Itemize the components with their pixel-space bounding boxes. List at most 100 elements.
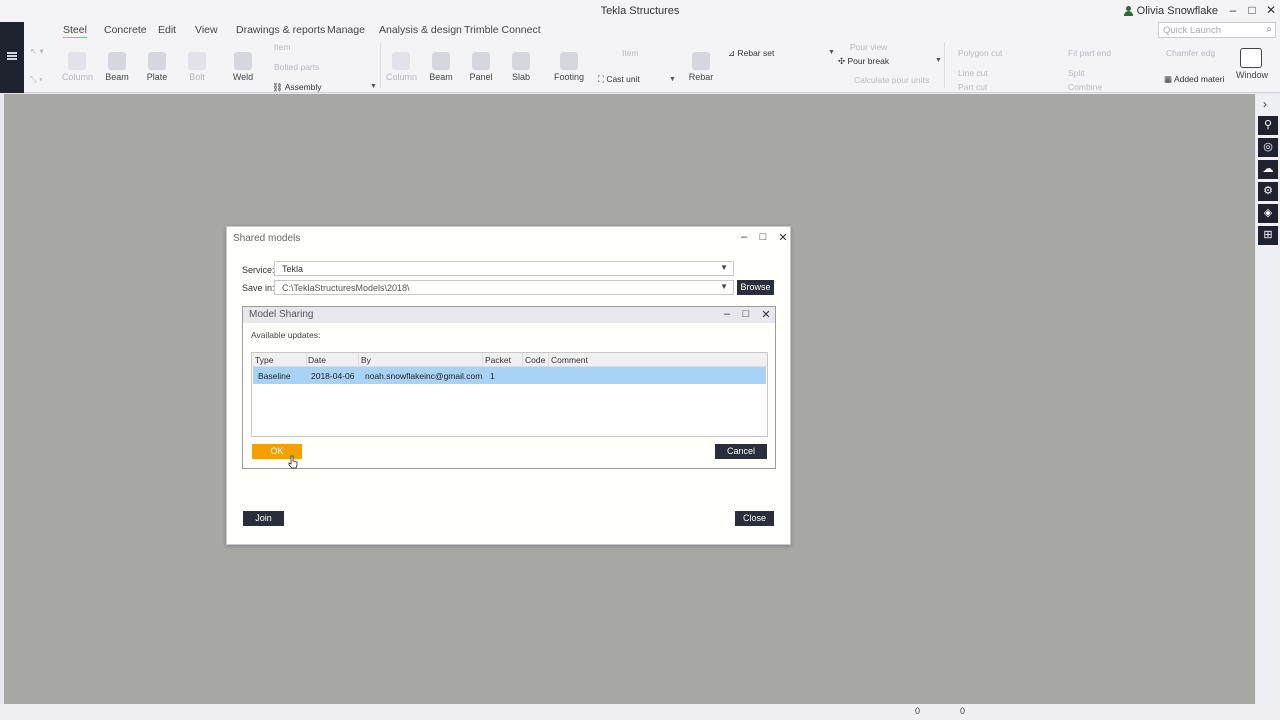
rebar-button[interactable]: Rebar xyxy=(686,52,716,82)
tab-steel[interactable]: Steel xyxy=(63,24,87,39)
column-header-code[interactable]: Code xyxy=(525,355,545,365)
close-button[interactable]: Close xyxy=(735,511,774,526)
bolt-button[interactable]: Bolt xyxy=(182,52,212,82)
bolted-parts-button[interactable]: Bolted parts xyxy=(274,62,319,72)
pour-break-button[interactable]: ✣ Pour break xyxy=(838,56,889,67)
added-material-button[interactable]: ▦ Added materi xyxy=(1164,74,1225,85)
app-title: Tekla Structures xyxy=(600,5,680,17)
shared-models-dialog: Shared models – □ ✕ Service: Tekla ▼ Sav… xyxy=(226,226,791,545)
weld-button[interactable]: Weld xyxy=(228,52,258,82)
status-value-2: 0 xyxy=(960,706,966,716)
column-header-by[interactable]: By xyxy=(361,355,371,365)
minimize-icon[interactable]: – xyxy=(720,308,734,320)
steel-item-button[interactable]: Item xyxy=(274,42,291,52)
line-cut-button[interactable]: Line cut xyxy=(958,68,988,78)
tab-analysis-design[interactable]: Analysis & design xyxy=(379,24,462,36)
save-in-select[interactable]: C:\TeklaStructuresModels\2018\ ▼ xyxy=(274,280,734,295)
fit-part-end-button[interactable]: Fit part end xyxy=(1068,48,1111,58)
column-header-type[interactable]: Type xyxy=(255,355,273,365)
polygon-cut-button[interactable]: Polygon cut xyxy=(958,48,1002,58)
minimize-icon[interactable]: – xyxy=(1224,3,1242,17)
column-header-date[interactable]: Date xyxy=(308,355,326,365)
minimize-icon[interactable]: – xyxy=(737,231,751,243)
user-account[interactable]: Olivia Snowflake xyxy=(1123,5,1218,17)
slab-button[interactable]: Slab xyxy=(506,52,536,82)
chevron-down-icon[interactable]: ▼ xyxy=(935,57,942,64)
ribbon: ↖ ▾ ⤡ ▾ Column Beam Plate Bolt Weld Item… xyxy=(24,38,1280,93)
chevron-down-icon[interactable]: ▼ xyxy=(828,49,835,56)
cell-by: noah.snowflakeinc@gmail.com xyxy=(365,371,483,381)
part-cut-button[interactable]: Part cut xyxy=(958,82,987,92)
cast-unit-label: Cast unit xyxy=(606,74,640,84)
tab-view[interactable]: View xyxy=(195,24,218,36)
chevron-down-icon[interactable]: ▼ xyxy=(370,83,377,90)
rebar-label: Rebar xyxy=(688,72,714,82)
tab-drawings-reports[interactable]: Drawings & reports xyxy=(236,24,325,36)
left-rail xyxy=(0,22,24,93)
user-name: Olivia Snowflake xyxy=(1136,5,1218,17)
column-divider xyxy=(482,353,483,367)
rebar-icon xyxy=(692,52,710,70)
maximize-icon[interactable]: □ xyxy=(739,308,753,320)
pour-view-button[interactable]: Pour view xyxy=(850,42,887,52)
cast-unit-button[interactable]: ⛶ Cast unit xyxy=(598,74,640,85)
column-icon xyxy=(392,52,410,70)
select-icon[interactable]: ↖ ▾ xyxy=(30,46,44,57)
quick-launch-input[interactable]: Quick Launch ⌕ xyxy=(1158,22,1276,38)
close-icon[interactable]: ✕ xyxy=(1262,3,1280,17)
combine-button[interactable]: Combine xyxy=(1068,82,1102,92)
close-icon[interactable]: ✕ xyxy=(776,231,790,244)
footing-button[interactable]: Footing xyxy=(550,52,588,82)
pour-break-label: Pour break xyxy=(847,56,890,66)
close-icon[interactable]: ✕ xyxy=(759,308,773,321)
steel-column-button[interactable]: Column xyxy=(62,52,93,82)
column-header-comment[interactable]: Comment xyxy=(551,355,588,365)
tab-manage[interactable]: Manage xyxy=(327,24,365,36)
chevron-right-icon[interactable]: › xyxy=(1263,97,1267,111)
properties-icon[interactable]: ⚲ xyxy=(1258,116,1278,135)
save-in-value: C:\TeklaStructuresModels\2018\ xyxy=(282,283,410,293)
cloud-icon[interactable]: ☁ xyxy=(1258,160,1278,179)
concrete-item-button[interactable]: Item xyxy=(622,48,639,58)
ribbon-divider xyxy=(944,42,945,88)
tab-edit[interactable]: Edit xyxy=(158,24,176,36)
snap-icon[interactable]: ⤡ ▾ xyxy=(30,74,43,85)
concrete-column-button[interactable]: Column xyxy=(386,52,417,82)
calculate-pour-units-button[interactable]: Calculate pour units xyxy=(854,75,929,85)
maximize-icon[interactable]: □ xyxy=(1243,3,1261,17)
browse-button[interactable]: Browse xyxy=(737,280,774,295)
split-button[interactable]: Split xyxy=(1068,68,1085,78)
assembly-button[interactable]: ⛓ Assembly xyxy=(272,82,322,93)
rebar-set-button[interactable]: ⊿ Rebar set xyxy=(728,48,774,59)
steel-beam-label: Beam xyxy=(105,72,129,82)
cancel-button[interactable]: Cancel xyxy=(715,444,767,459)
steel-beam-button[interactable]: Beam xyxy=(102,52,132,82)
applications-icon[interactable]: ⊞ xyxy=(1258,226,1278,245)
window-button[interactable]: Window xyxy=(1236,48,1268,80)
panel-button[interactable]: Panel xyxy=(466,52,496,82)
column-divider xyxy=(522,353,523,367)
tab-trimble-connect[interactable]: Trimble Connect xyxy=(464,24,541,36)
service-select[interactable]: Tekla ▼ xyxy=(274,261,734,276)
globe-icon[interactable]: ◎ xyxy=(1258,138,1278,157)
cube-icon[interactable]: ◈ xyxy=(1258,204,1278,223)
tab-concrete[interactable]: Concrete xyxy=(104,24,147,36)
pointer-cursor-icon xyxy=(288,455,298,469)
menu-icon[interactable] xyxy=(7,52,17,60)
beam-icon xyxy=(108,52,126,70)
column-icon xyxy=(68,52,86,70)
chamfer-edge-button[interactable]: Chamfer edg xyxy=(1166,48,1215,58)
chevron-down-icon: ▼ xyxy=(720,263,728,272)
chevron-down-icon[interactable]: ▼ xyxy=(669,76,676,83)
weld-icon xyxy=(234,52,252,70)
join-button[interactable]: Join xyxy=(243,511,284,526)
table-header: Type Date By Packet Code Comment xyxy=(252,353,767,367)
maximize-icon[interactable]: □ xyxy=(756,231,770,243)
concrete-beam-button[interactable]: Beam xyxy=(426,52,456,82)
service-label: Service: xyxy=(242,265,275,275)
gear-icon[interactable]: ⚙ xyxy=(1258,182,1278,201)
table-row[interactable]: Baseline 2018-04-06 noah.snowflakeinc@gm… xyxy=(253,367,766,384)
plate-button[interactable]: Plate xyxy=(142,52,172,82)
column-header-packet[interactable]: Packet xyxy=(485,355,511,365)
available-updates-label: Available updates: xyxy=(251,330,321,340)
